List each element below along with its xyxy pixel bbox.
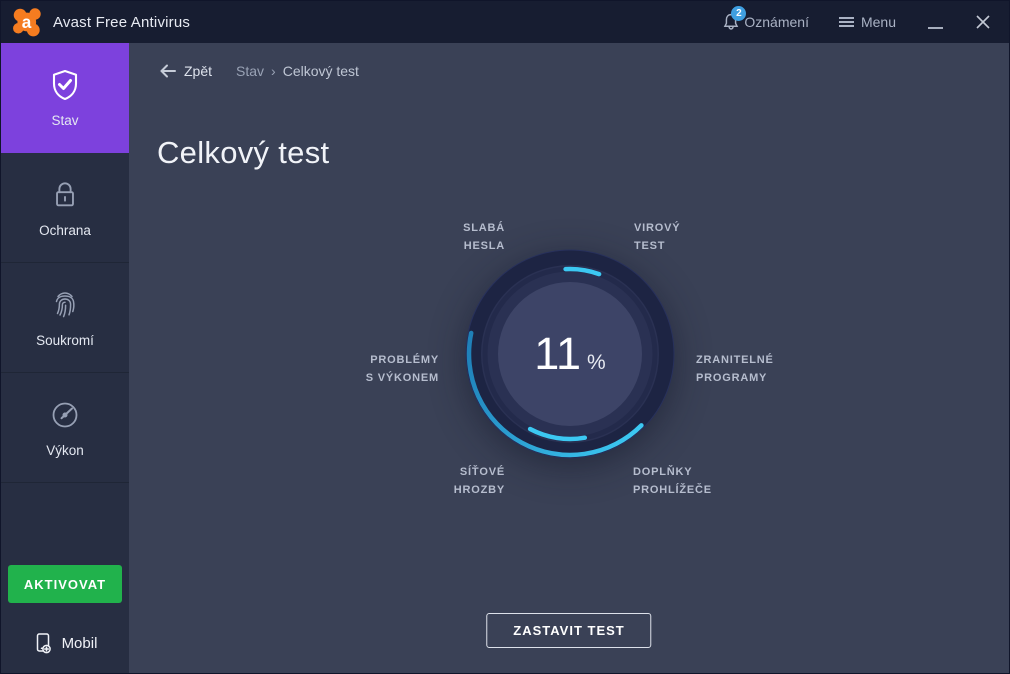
sidebar-item-label: Soukromí [36, 333, 94, 348]
back-label: Zpět [184, 63, 212, 79]
bell-icon: 2 [720, 10, 742, 34]
back-arrow-icon [159, 64, 176, 78]
sidebar-item-label: Ochrana [39, 223, 91, 238]
app-title: Avast Free Antivirus [53, 14, 190, 31]
sidebar-item-ochrana[interactable]: Ochrana [1, 153, 129, 263]
minimize-icon [928, 27, 943, 29]
shield-check-icon [49, 68, 81, 102]
breadcrumb: Zpět Stav › Celkový test [159, 63, 359, 79]
titlebar-controls: 2 Oznámení Menu [720, 10, 1009, 34]
avast-logo-icon: a [11, 6, 43, 38]
scan-label-virus-test: VIROVÝ TEST [634, 219, 680, 255]
mobil-label: Mobil [62, 635, 98, 652]
hamburger-icon [839, 15, 854, 29]
menu-label: Menu [861, 14, 896, 30]
scan-progress-ring [465, 249, 675, 459]
svg-text:a: a [22, 12, 32, 32]
minimize-button[interactable] [928, 15, 943, 29]
scan-label-network-threats: SÍŤOVÉ HROZBY [454, 463, 505, 499]
gauge-icon [49, 398, 81, 432]
sidebar-item-label: Stav [51, 113, 78, 128]
stop-test-button[interactable]: ZASTAVIT TEST [486, 613, 651, 648]
sidebar-bottom: AKTIVOVAT Mobil [1, 483, 129, 673]
titlebar: a Avast Free Antivirus 2 Oznámení [1, 1, 1009, 43]
fingerprint-icon [49, 288, 81, 322]
lock-icon [50, 178, 80, 212]
breadcrumb-current: Celkový test [283, 63, 359, 79]
close-button[interactable] [975, 14, 991, 30]
close-icon [975, 14, 991, 30]
phone-plus-icon [33, 632, 53, 654]
sidebar-item-soukromi[interactable]: Soukromí [1, 263, 129, 373]
sidebar: Stav Ochrana [1, 43, 129, 673]
scan-label-vulnerable-programs: ZRANITELNÉ PROGRAMY [696, 351, 774, 387]
sidebar-item-label: Výkon [46, 443, 84, 458]
notifications-button[interactable]: 2 Oznámení [720, 10, 809, 34]
sidebar-item-vykon[interactable]: Výkon [1, 373, 129, 483]
sidebar-item-stav[interactable]: Stav [1, 43, 129, 153]
sidebar-item-mobil[interactable]: Mobil [1, 619, 129, 667]
breadcrumb-separator: › [271, 63, 276, 79]
page-title: Celkový test [157, 135, 329, 171]
breadcrumb-parent[interactable]: Stav [236, 63, 264, 79]
sidebar-spacer [1, 483, 129, 565]
scan-label-weak-passwords: SLABÁ HESLA [463, 219, 505, 255]
notifications-label: Oznámení [744, 14, 809, 30]
back-button[interactable]: Zpět [159, 63, 212, 79]
main-content: Zpět Stav › Celkový test Celkový test [129, 43, 1009, 673]
menu-button[interactable]: Menu [839, 14, 896, 30]
avast-window: a Avast Free Antivirus 2 Oznámení [0, 0, 1010, 674]
scan-label-performance-issues: PROBLÉMY S VÝKONEM [366, 351, 439, 387]
activate-button[interactable]: AKTIVOVAT [8, 565, 122, 603]
breadcrumb-path: Stav › Celkový test [236, 63, 359, 79]
window-body: Stav Ochrana [1, 43, 1009, 673]
scan-label-browser-addons: DOPLŇKY PROHLÍŽEČE [633, 463, 712, 499]
